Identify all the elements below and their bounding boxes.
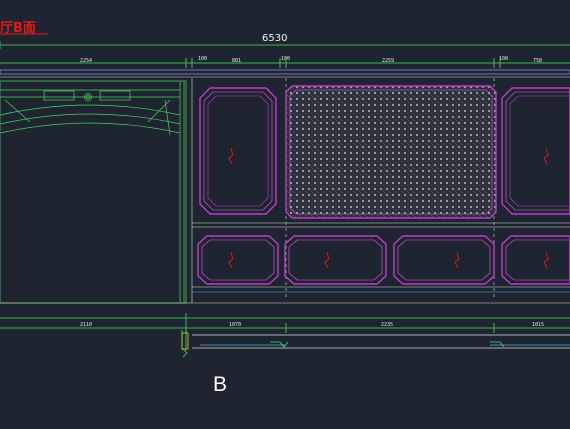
panel-upper-left — [199, 87, 277, 215]
panel-lower-1 — [197, 235, 279, 285]
panel-upper-right — [501, 87, 570, 215]
panel-lower-3 — [393, 235, 495, 285]
lattice-panel-icon — [285, 85, 497, 219]
arch-molding-icon — [0, 80, 187, 304]
overall-dimension-line — [0, 41, 570, 49]
ceiling-band — [0, 69, 570, 78]
cad-drawing-canvas: 厅B面 6530 2254 100 801 100 2259 100 758 2… — [0, 0, 570, 429]
panel-lower-4 — [501, 235, 570, 285]
panel-lower-2 — [284, 235, 387, 285]
bottom-dimension-line — [0, 313, 570, 333]
elevation-svg — [0, 33, 570, 358]
top-dimension-line — [0, 58, 570, 68]
plan-section-strip — [181, 330, 570, 350]
break-line-icon — [182, 348, 188, 358]
